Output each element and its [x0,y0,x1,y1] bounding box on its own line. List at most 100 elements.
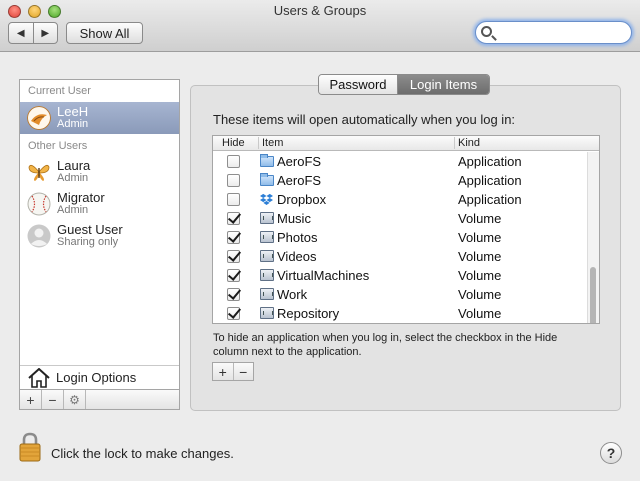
table-row[interactable]: VirtualMachines Volume [213,266,587,285]
search-icon [481,26,492,37]
users-sidebar: Current User LeeH Admin Other Users Laur… [19,79,180,390]
item-name: AeroFS [277,154,322,169]
table-row[interactable]: Repository Volume [213,304,587,323]
volume-icon [260,307,274,319]
item-kind: Volume [458,306,502,321]
help-button[interactable]: ? [600,442,622,464]
butterfly-avatar-icon [28,164,50,181]
item-name: Photos [277,230,318,245]
window-title: Users & Groups [273,3,367,18]
hide-hint-text: To hide an application when you log in, … [213,331,613,359]
user-role: Admin [57,204,89,216]
table-row[interactable]: Dropbox Application [213,190,587,209]
hide-checkbox[interactable] [227,231,240,244]
table-row[interactable]: Photos Volume [213,228,587,247]
table-header: Hide Item Kind [213,136,599,151]
login-items-heading: These items will open automatically when… [213,112,516,127]
hide-checkbox[interactable] [227,307,240,320]
folder-icon [260,173,274,186]
title-bar: Users & Groups ◀ ▶ Show All [0,0,640,52]
gear-icon[interactable]: ⚙ [64,390,86,409]
item-name: VirtualMachines [277,268,370,283]
user-name: Laura [57,158,91,173]
item-name: Music [277,211,311,226]
dropbox-icon [260,193,273,205]
other-users-header: Other Users [28,140,88,152]
item-kind: Volume [458,249,502,264]
sidebar-user-laura[interactable]: Laura Admin [20,156,179,188]
column-header-item[interactable]: Item [258,137,454,149]
sidebar-user-guest[interactable]: Guest User Sharing only [20,220,179,252]
back-forward-control: ◀ ▶ [8,22,58,44]
item-name: Repository [277,306,340,321]
item-name: Dropbox [277,192,327,207]
volume-icon [260,250,274,262]
table-row[interactable]: AeroFS Application [213,152,587,171]
hide-checkbox[interactable] [227,269,240,282]
item-kind: Volume [458,230,502,245]
tab-login-items[interactable]: Login Items [398,75,489,94]
scrollbar-thumb[interactable] [590,267,596,323]
item-name: Videos [277,249,317,264]
house-icon [28,368,50,388]
item-kind: Application [458,173,522,188]
user-role: Admin [57,118,89,130]
back-button[interactable]: ◀ [9,23,34,43]
hint-line: To hide an application when you log in, … [213,332,558,344]
show-all-button[interactable]: Show All [66,22,143,44]
search-field[interactable] [475,21,632,44]
hide-checkbox[interactable] [227,288,240,301]
volume-icon [260,212,274,224]
column-header-hide[interactable]: Hide [222,137,245,149]
sidebar-toolbar: + − ⚙ [19,390,180,410]
sidebar-user-migrator[interactable]: Migrator Admin [20,188,179,220]
login-items-table: Hide Item Kind AeroFS Application AeroFS… [212,135,600,324]
hint-line: column next to the application. [213,346,362,358]
item-kind: Volume [458,211,502,226]
column-header-kind[interactable]: Kind [454,137,587,149]
table-row[interactable]: Music Volume [213,209,587,228]
sidebar-user-leeh[interactable]: LeeH Admin [20,102,179,134]
hide-checkbox[interactable] [227,212,240,225]
add-user-button[interactable]: + [20,390,42,409]
login-items-toolbar: + − [212,362,254,381]
login-options-label: Login Options [56,370,137,385]
volume-icon [260,288,274,300]
lock-status-text: Click the lock to make changes. [51,446,234,461]
flower-avatar-icon [27,106,51,130]
add-login-item-button[interactable]: + [213,363,234,380]
guest-silhouette-icon [27,224,51,248]
item-kind: Volume [458,287,502,302]
tab-bar: Password Login Items [318,74,490,95]
search-input[interactable] [496,24,626,41]
table-scrollbar[interactable] [587,152,599,323]
login-options-item[interactable]: Login Options [20,365,179,389]
item-kind: Volume [458,268,502,283]
user-role: Admin [57,172,89,184]
user-name: Migrator [57,190,105,205]
table-row[interactable]: AeroFS Application [213,171,587,190]
current-user-header: Current User [28,85,91,97]
table-row[interactable]: Work Volume [213,285,587,304]
folder-icon [260,154,274,167]
user-role: Sharing only [57,236,119,248]
forward-button[interactable]: ▶ [34,23,58,43]
table-row[interactable]: Videos Volume [213,247,587,266]
hide-checkbox[interactable] [227,155,240,168]
item-name: Work [277,287,308,302]
hide-checkbox[interactable] [227,250,240,263]
remove-login-item-button[interactable]: − [234,363,254,380]
item-name: AeroFS [277,173,322,188]
hide-checkbox[interactable] [227,174,240,187]
item-kind: Application [458,192,522,207]
baseball-avatar-icon [27,192,51,216]
users-groups-window: Users & Groups ◀ ▶ Show All Current User… [0,0,640,481]
volume-icon [260,231,274,243]
user-name: LeeH [57,104,89,119]
lock-icon[interactable] [19,432,41,462]
item-kind: Application [458,154,522,169]
hide-checkbox[interactable] [227,193,240,206]
user-name: Guest User [57,222,123,237]
tab-password[interactable]: Password [319,75,398,94]
remove-user-button[interactable]: − [42,390,64,409]
